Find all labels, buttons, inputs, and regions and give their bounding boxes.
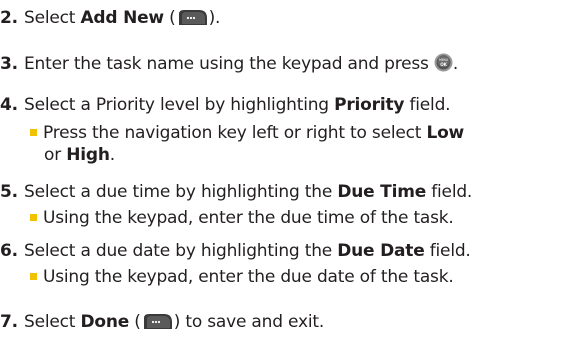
priority-label: Priority (334, 95, 405, 115)
step-2: 2. Select Add New (). (0, 8, 221, 28)
step-number: 5. (0, 182, 18, 202)
right-softkey-icon (143, 314, 172, 329)
step-number: 2. (0, 8, 18, 28)
bullet-icon (30, 214, 37, 221)
sub-item: Press the navigation key left or right t… (30, 121, 558, 145)
due-date-label: Due Date (337, 241, 425, 261)
step-number: 6. (0, 241, 18, 261)
done-label: Done (80, 312, 130, 332)
step-5: 5. Select a due time by highlighting the … (0, 182, 473, 202)
right-softkey-icon (178, 10, 207, 25)
low-label: Low (426, 123, 465, 143)
step-number: 3. (0, 54, 18, 74)
bullet-icon (30, 129, 37, 136)
svg-text:OK: OK (440, 62, 447, 67)
due-time-label: Due Time (337, 182, 427, 202)
sub-item-continuation: or High. (44, 145, 115, 165)
step-3: 3. Enter the task name using the keypad a… (0, 53, 459, 74)
step-7: 7. Select Done () to save and exit. (0, 312, 325, 332)
high-label: High (66, 145, 110, 165)
step-6: 6. Select a due date by highlighting the … (0, 241, 471, 261)
step-4: 4. Select a Priority level by highlightin… (0, 95, 451, 115)
step-number: 4. (0, 95, 18, 115)
add-new-label: Add New (80, 8, 164, 28)
sub-item: Using the keypad, enter the due time of … (30, 206, 558, 230)
step-number: 7. (0, 312, 18, 332)
sub-item: Using the keypad, enter the due date of … (30, 265, 558, 289)
bullet-icon (30, 273, 37, 280)
menu-ok-button-icon: MENUOK (434, 53, 453, 72)
instruction-document: 2. Select Add New (). 3. Enter the task na… (0, 0, 565, 362)
